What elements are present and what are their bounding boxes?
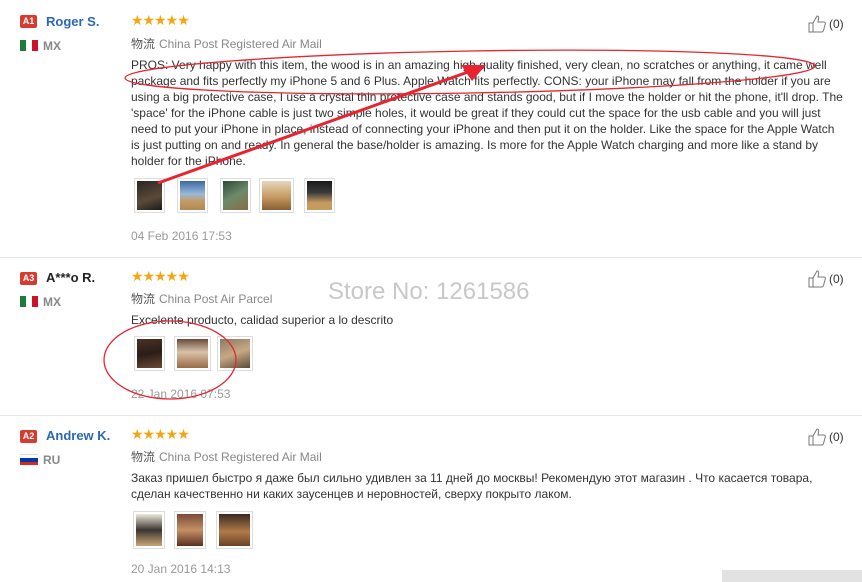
buyer-country: RU [43, 453, 61, 467]
shipping-value: China Post Air Parcel [159, 292, 273, 306]
shipping-label: 物流 [131, 292, 156, 306]
thumbs-up-icon [808, 428, 826, 446]
review-text: PROS: Very happy with this item, the woo… [131, 58, 843, 168]
buyer-name-link[interactable]: Roger S. [46, 14, 99, 29]
shipping-value: China Post Registered Air Mail [159, 450, 322, 464]
thumbs-up-icon [808, 270, 826, 288]
like-count: (0) [829, 430, 844, 444]
shipping-label: 物流 [131, 37, 156, 51]
like-count: (0) [829, 17, 844, 31]
thumbs-up-icon [808, 15, 826, 33]
review-text: Заказ пришел быстро я даже был сильно уд… [131, 471, 813, 501]
flag-icon [20, 296, 38, 307]
flag-icon [20, 454, 38, 465]
star-rating: ★★★★★ [131, 426, 190, 442]
helpful-like-button[interactable]: (0) [807, 428, 844, 446]
page-corner-strip [722, 570, 862, 582]
helpful-like-button[interactable]: (0) [807, 15, 844, 33]
review-photo-thumbnail[interactable] [304, 178, 335, 213]
shipping-label: 物流 [131, 450, 156, 464]
review-photo-thumbnail[interactable] [216, 511, 253, 549]
shipping-method: 物流 China Post Registered Air Mail [131, 35, 322, 52]
buyer-name: A***o R. [46, 270, 96, 285]
star-rating: ★★★★★ [131, 268, 190, 284]
shipping-value: China Post Registered Air Mail [159, 37, 322, 51]
review-photo-thumbnail[interactable] [174, 511, 206, 549]
star-rating: ★★★★★ [131, 12, 190, 28]
store-watermark: Store No: 1261586 [328, 278, 530, 305]
review-photo-thumbnail[interactable] [177, 178, 208, 213]
shipping-method: 物流 China Post Air Parcel [131, 290, 272, 307]
review-date: 04 Feb 2016 17:53 [131, 229, 232, 243]
buyer-level-badge: A3 [20, 272, 37, 285]
review-date: 22 Jan 2016 07:53 [131, 387, 231, 401]
review-photo-thumbnail[interactable] [217, 336, 253, 371]
review-text: Excelente producto, calidad superior a l… [131, 313, 394, 327]
buyer-name-link[interactable]: Andrew K. [46, 428, 110, 443]
review-item: A2 Andrew K. RU ★★★★★ 物流 China Post Regis… [0, 416, 862, 582]
helpful-like-button[interactable]: (0) [807, 270, 844, 288]
review-photo-thumbnail[interactable] [174, 336, 211, 371]
like-count: (0) [829, 272, 844, 286]
review-date: 20 Jan 2016 14:13 [131, 562, 231, 576]
review-photo-thumbnail[interactable] [134, 336, 165, 371]
buyer-level-badge: A1 [20, 15, 37, 28]
review-photo-thumbnail[interactable] [133, 511, 165, 549]
flag-icon [20, 40, 38, 51]
review-item: A1 Roger S. MX ★★★★★ 物流 China Post Regist… [0, 0, 862, 258]
review-photo-thumbnail[interactable] [134, 178, 165, 213]
review-photo-thumbnail[interactable] [259, 178, 294, 213]
shipping-method: 物流 China Post Registered Air Mail [131, 448, 322, 465]
buyer-level-badge: A2 [20, 430, 37, 443]
buyer-country: MX [43, 39, 61, 53]
buyer-country: MX [43, 295, 61, 309]
review-photo-thumbnail[interactable] [220, 178, 251, 213]
